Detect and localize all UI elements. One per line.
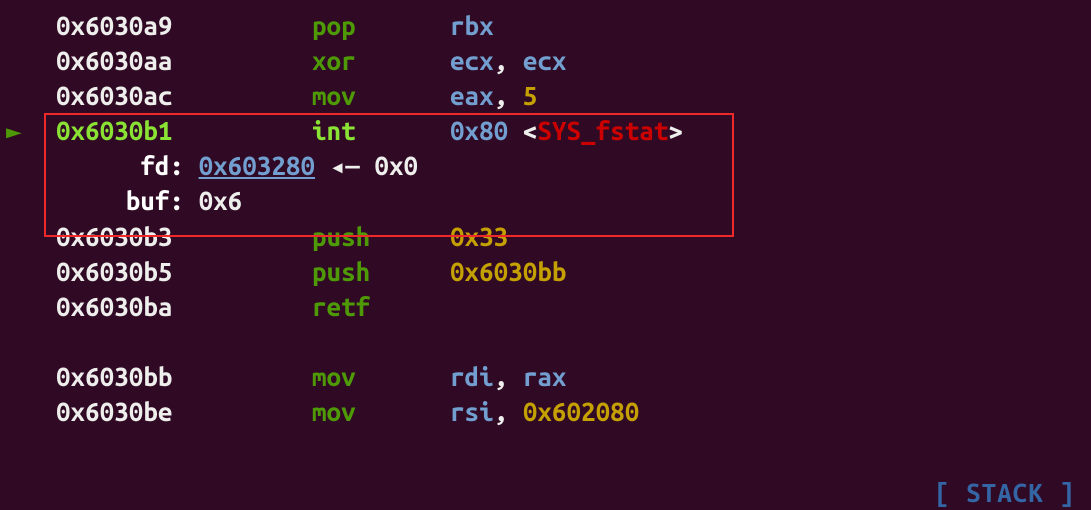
syscall-param-line: buf: 0x6 <box>0 183 1091 218</box>
disassembly-listing: 0x6030a9poprbx 0x6030aaxorecx, ecx 0x603… <box>0 8 1091 429</box>
mnemonic: pop <box>312 8 450 43</box>
asm-line: 0x6030a9poprbx <box>0 8 1091 43</box>
operand-immediate: 0x602080 <box>523 397 639 426</box>
mnemonic: push <box>312 254 450 289</box>
asm-line: 0x6030baretf <box>0 289 1091 324</box>
address: 0x6030aa <box>56 43 312 78</box>
operand-register: rbx <box>450 11 494 40</box>
asm-line: 0x6030b3push0x33 <box>0 219 1091 254</box>
asm-line: 0x6030b5push0x6030bb <box>0 254 1091 289</box>
blank-line <box>0 324 1091 359</box>
comma: , <box>494 397 523 426</box>
mnemonic: retf <box>312 289 450 324</box>
operand-immediate: 0x6030bb <box>450 257 566 286</box>
operand-immediate: 0x80 <box>450 116 508 145</box>
address: 0x6030ac <box>56 78 312 113</box>
mnemonic: mov <box>312 78 450 113</box>
address: 0x6030be <box>56 394 312 429</box>
buf-value: 0x6 <box>199 186 243 215</box>
syscall-name: SYS_fstat <box>537 116 668 145</box>
stack-section-banner: [ STACK ] <box>935 475 1075 510</box>
param-label-buf: buf: <box>56 183 184 218</box>
angle-close: > <box>668 116 683 145</box>
asm-current-line: ► 0x6030b1int0x80 <SYS_fstat> <box>0 113 1091 148</box>
operand-immediate: 5 <box>523 81 538 110</box>
asm-line: 0x6030aaxorecx, ecx <box>0 43 1091 78</box>
angle-open: < <box>508 116 537 145</box>
address: 0x6030a9 <box>56 8 312 43</box>
mnemonic: xor <box>312 43 450 78</box>
fd-value: 0x0 <box>374 151 418 180</box>
mnemonic: int <box>312 113 450 148</box>
operand-register: rdi <box>450 362 494 391</box>
asm-line: 0x6030acmoveax, 5 <box>0 78 1091 113</box>
address: 0x6030b3 <box>56 219 312 254</box>
address: 0x6030bb <box>56 359 312 394</box>
current-instruction-marker-icon: ► <box>6 113 22 148</box>
mnemonic: mov <box>312 359 450 394</box>
param-label-fd: fd: <box>56 148 184 183</box>
comma: , <box>494 81 523 110</box>
operand-blank <box>450 292 465 321</box>
mnemonic: push <box>312 219 450 254</box>
syscall-param-line: fd: 0x603280 ◂— 0x0 <box>0 148 1091 183</box>
pointer-arrow-icon: ◂— <box>315 151 374 180</box>
address-current: 0x6030b1 <box>56 113 312 148</box>
operand-register: eax <box>450 81 494 110</box>
comma: , <box>494 362 523 391</box>
operand-immediate: 0x33 <box>450 222 508 251</box>
mnemonic: mov <box>312 394 450 429</box>
operand-register: rsi <box>450 397 494 426</box>
asm-line: 0x6030bemovrsi, 0x602080 <box>0 394 1091 429</box>
operand-register: ecx <box>450 46 494 75</box>
comma: , <box>494 46 523 75</box>
address: 0x6030ba <box>56 289 312 324</box>
operand-register: rax <box>523 362 567 391</box>
operand-register: ecx <box>523 46 567 75</box>
fd-pointer-link[interactable]: 0x603280 <box>199 151 315 180</box>
asm-line: 0x6030bbmovrdi, rax <box>0 359 1091 394</box>
address: 0x6030b5 <box>56 254 312 289</box>
